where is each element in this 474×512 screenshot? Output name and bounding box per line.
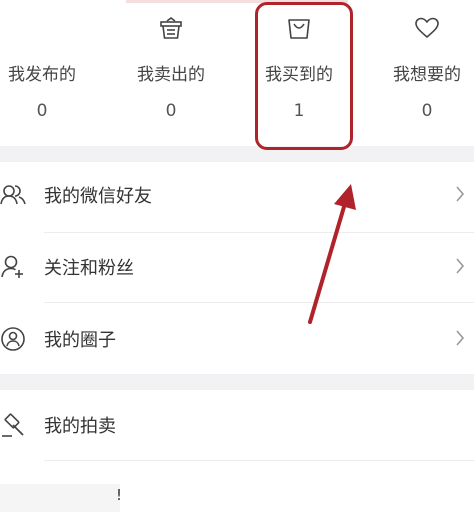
annotation-arrow xyxy=(308,184,356,324)
